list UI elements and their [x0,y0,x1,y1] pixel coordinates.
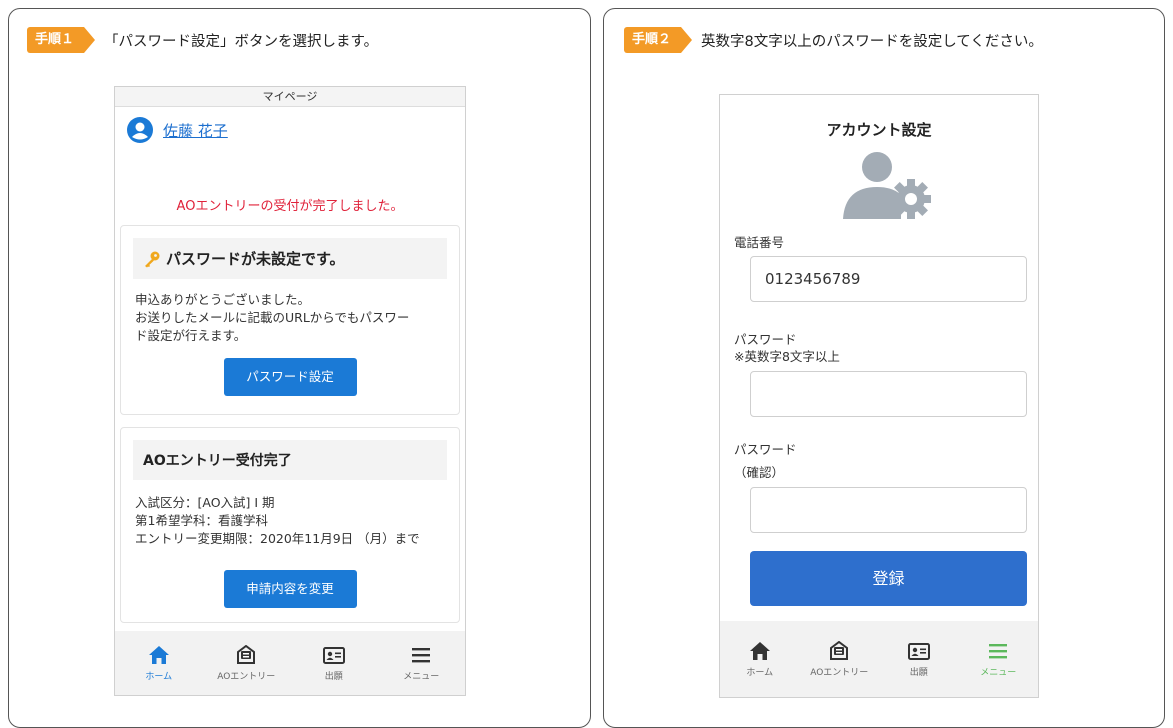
change-application-button[interactable]: 申請内容を変更 [223,570,357,608]
password-card-heading-text: パスワードが未設定です。 [166,250,345,268]
nav-home-label: ホーム [746,667,774,678]
envelope-icon [830,640,849,660]
entry-card: AOエントリー受付完了 入試区分：[AO入試] I 期 第1希望学科：看護学科 … [120,427,460,623]
password-card-body: 申込ありがとうございました。 お送りしたメールに記載のURLからでもパスワー ド… [135,291,445,345]
entry-complete-notice: AOエントリーの受付が完了しました。 [176,199,404,214]
nav-application[interactable]: 出願 [290,631,378,695]
bottom-nav: ホーム AOエントリー 出願 メニュー [115,631,465,695]
step2-instruction: 英数字8文字以上のパスワードを設定してください。 [701,33,1043,50]
id-card-icon [907,642,930,660]
user-name-link[interactable]: 佐藤 花子 [163,120,228,141]
account-settings-phone-mockup: アカウント設定 電話番号 パスワード ※英数字8文字以上 パスワード （確認） … [719,94,1039,698]
step2-header: 手順２ 英数字8文字以上のパスワードを設定してください。 [624,27,1043,53]
home-icon [749,641,770,660]
password-card-heading: パスワードが未設定です。 [133,238,447,279]
entry-card-heading: AOエントリー受付完了 [133,440,447,480]
nav-home-label: ホーム [145,671,173,682]
user-gear-icon [843,152,931,219]
password-label: パスワード [734,332,797,347]
nav-ao-entry-label: AOエントリー [217,671,276,682]
menu-icon [412,647,431,662]
account-settings-title: アカウント設定 [826,121,932,139]
mypage-title: マイページ [115,87,465,107]
password-card-line: ド設定が行えます。 [135,328,247,343]
home-icon [148,645,169,664]
password-card: パスワードが未設定です。 申込ありがとうございました。 お送りしたメールに記載の… [120,225,460,415]
step1-header: 手順１ 「パスワード設定」ボタンを選択します。 [27,27,378,53]
bottom-nav: ホーム AOエントリー 出願 メニュー [720,621,1038,697]
phone-number-field[interactable] [750,256,1027,302]
entry-card-line: 第1希望学科：看護学科 [135,513,268,528]
password-confirm-hint: （確認） [734,465,785,480]
entry-card-line: 入試区分：[AO入試] I 期 [135,495,275,510]
key-icon [145,251,160,267]
register-button[interactable]: 登録 [750,551,1027,606]
nav-application[interactable]: 出願 [879,621,959,697]
nav-ao-entry[interactable]: AOエントリー [203,631,291,695]
user-avatar-icon [127,117,153,143]
id-card-icon [322,646,345,664]
step2-badge: 手順２ [624,27,693,53]
entry-card-line: エントリー変更期限：2020年11月9日 （月）まで [135,531,420,546]
nav-menu-label: メニュー [980,667,1017,678]
step1-instruction: 「パスワード設定」ボタンを選択します。 [104,33,379,50]
nav-application-label: 出願 [324,671,343,682]
menu-icon [989,643,1008,658]
nav-menu-label: メニュー [403,671,440,682]
password-card-line: 申込ありがとうございました。 [135,292,311,307]
user-row: 佐藤 花子 [127,117,228,143]
password-confirm-field[interactable] [750,487,1027,533]
password-hint: ※英数字8文字以上 [734,349,840,364]
entry-card-body: 入試区分：[AO入試] I 期 第1希望学科：看護学科 エントリー変更期限：20… [135,494,445,548]
nav-ao-entry-label: AOエントリー [810,667,869,678]
nav-home[interactable]: ホーム [720,621,800,697]
envelope-icon [237,644,256,664]
password-field[interactable] [750,371,1027,417]
step1-badge: 手順１ [27,27,96,53]
nav-home[interactable]: ホーム [115,631,203,695]
nav-application-label: 出願 [909,667,928,678]
phone-label: 電話番号 [734,235,785,250]
password-confirm-label: パスワード [734,442,797,457]
mypage-phone-mockup: マイページ 佐藤 花子 AOエントリーの受付が完了しました。 パスワードが未設定… [114,86,466,696]
nav-menu[interactable]: メニュー [959,621,1039,697]
nav-ao-entry[interactable]: AOエントリー [800,621,880,697]
password-setup-button[interactable]: パスワード設定 [223,358,357,396]
password-card-line: お送りしたメールに記載のURLからでもパスワー [135,310,410,325]
nav-menu[interactable]: メニュー [378,631,466,695]
